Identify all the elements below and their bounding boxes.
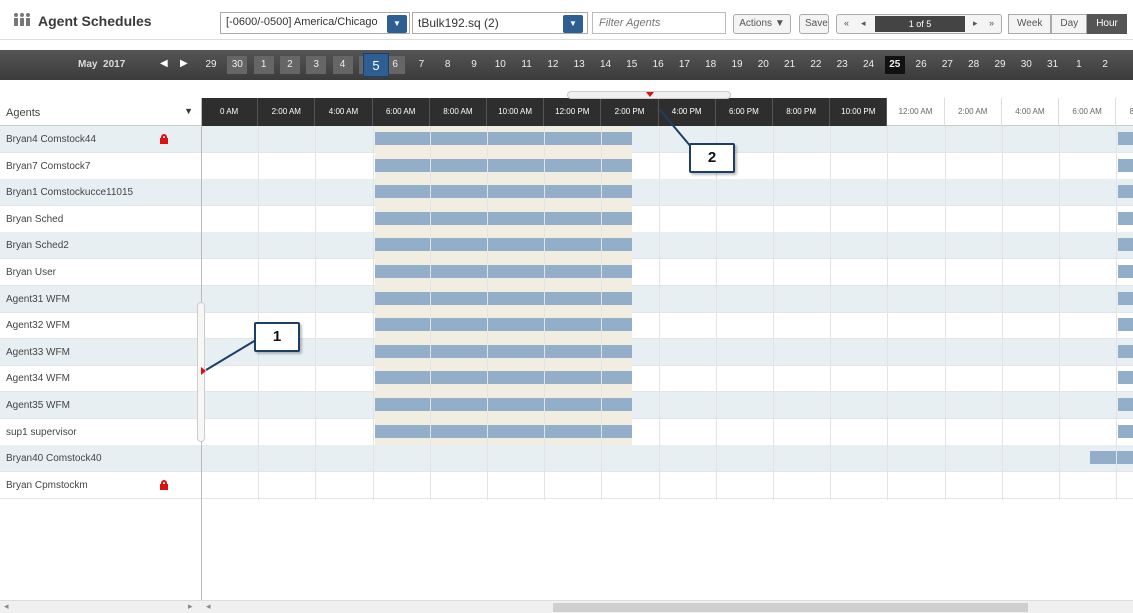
callout-1: 1 bbox=[254, 322, 300, 352]
scroll-left-icon[interactable]: ◂ bbox=[206, 601, 211, 612]
callout-leaders bbox=[205, 109, 693, 371]
scroll-left-icon[interactable]: ◂ bbox=[4, 601, 9, 612]
scroll-right-icon[interactable]: ▸ bbox=[188, 601, 193, 612]
callout-2: 2 bbox=[689, 143, 735, 173]
horizontal-scrollbar[interactable]: ◂ ▸ ◂ bbox=[0, 600, 1133, 613]
scrollbar-thumb[interactable] bbox=[553, 603, 1028, 612]
